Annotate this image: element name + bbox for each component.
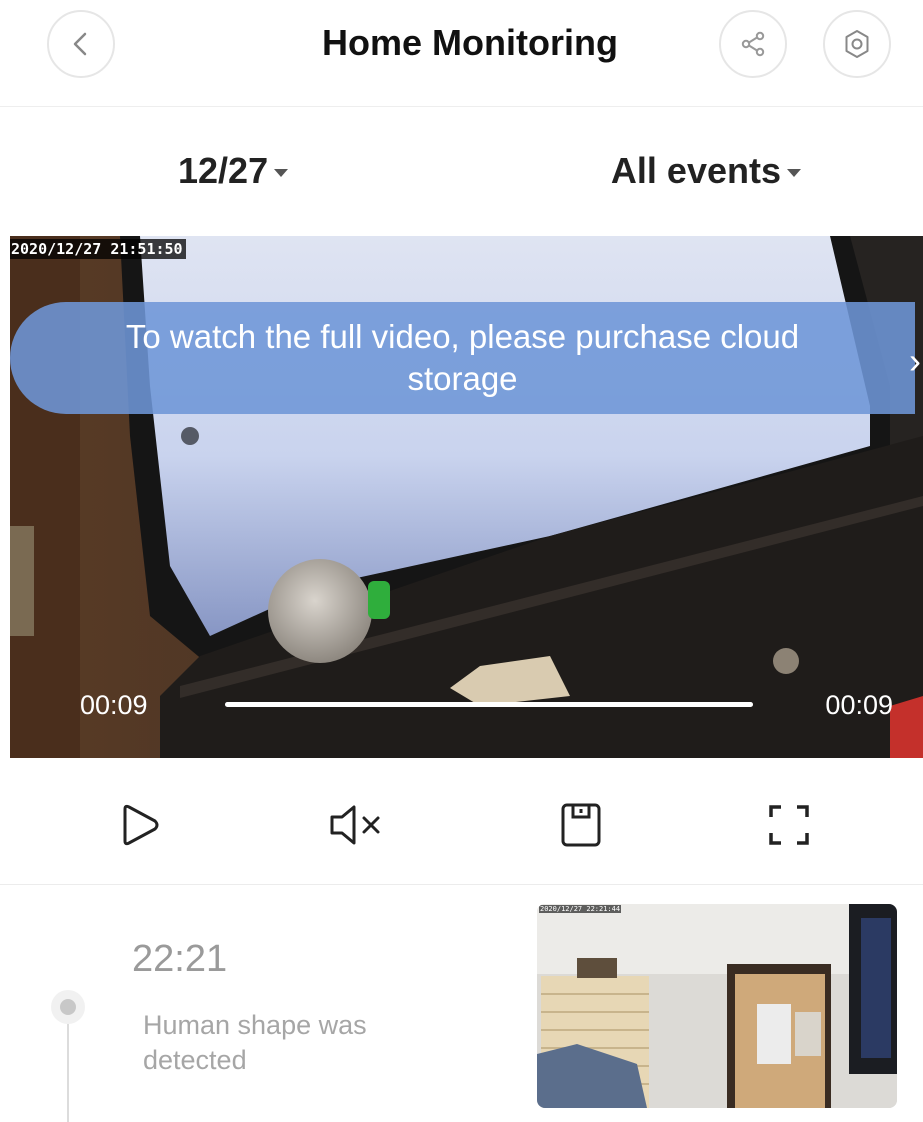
events-filter-label: All events bbox=[610, 150, 781, 191]
thumbnail-timestamp: 2020/12/27 22:21:44 bbox=[539, 905, 622, 913]
play-icon bbox=[123, 804, 159, 846]
date-dropdown-label: 12/27 bbox=[178, 150, 269, 191]
progress-fill bbox=[225, 702, 753, 707]
back-button[interactable] bbox=[47, 10, 115, 78]
events-filter-dropdown[interactable]: All events bbox=[611, 150, 801, 192]
speaker-muted-icon bbox=[330, 805, 380, 845]
caret-down-icon bbox=[787, 169, 801, 177]
page-title: Home Monitoring bbox=[322, 22, 618, 63]
chevron-left-icon bbox=[73, 32, 87, 56]
event-description[interactable]: Human shape was detected bbox=[143, 1008, 443, 1078]
cloud-storage-banner-text: To watch the full video, please purchase… bbox=[125, 318, 800, 397]
save-button[interactable] bbox=[546, 790, 616, 860]
app-header: Home Monitoring bbox=[0, 0, 923, 107]
total-time: 00:09 bbox=[825, 690, 893, 720]
play-button[interactable] bbox=[104, 790, 174, 860]
progress-slider[interactable] bbox=[225, 702, 753, 707]
gear-icon bbox=[845, 30, 869, 58]
mute-button[interactable] bbox=[321, 790, 391, 860]
chevron-right-icon: › bbox=[909, 340, 921, 381]
fullscreen-icon bbox=[769, 805, 809, 845]
date-dropdown[interactable]: 12/27 bbox=[178, 150, 289, 192]
caret-down-icon bbox=[274, 169, 289, 177]
share-button[interactable] bbox=[719, 10, 787, 78]
save-icon bbox=[561, 803, 601, 847]
fullscreen-button[interactable] bbox=[754, 790, 824, 860]
event-thumbnail-image bbox=[537, 904, 897, 1108]
playback-controls bbox=[0, 790, 923, 860]
timeline-dot bbox=[51, 990, 85, 1024]
event-thumbnail[interactable]: 2020/12/27 22:21:44 bbox=[537, 904, 897, 1108]
home-monitoring-screen: Home Monitoring 12/27 All events 2020/12… bbox=[0, 0, 923, 1122]
event-time[interactable]: 22:21 bbox=[132, 938, 227, 981]
share-icon bbox=[741, 31, 765, 57]
video-timestamp: 2020/12/27 21:51:50 bbox=[10, 239, 186, 259]
video-player[interactable]: 2020/12/27 21:51:50 To watch the full vi… bbox=[10, 236, 923, 758]
settings-button[interactable] bbox=[823, 10, 891, 78]
timeline-line bbox=[67, 1024, 69, 1122]
current-time: 00:09 bbox=[80, 690, 148, 720]
cloud-storage-banner[interactable]: To watch the full video, please purchase… bbox=[10, 302, 921, 414]
section-divider bbox=[0, 884, 923, 885]
